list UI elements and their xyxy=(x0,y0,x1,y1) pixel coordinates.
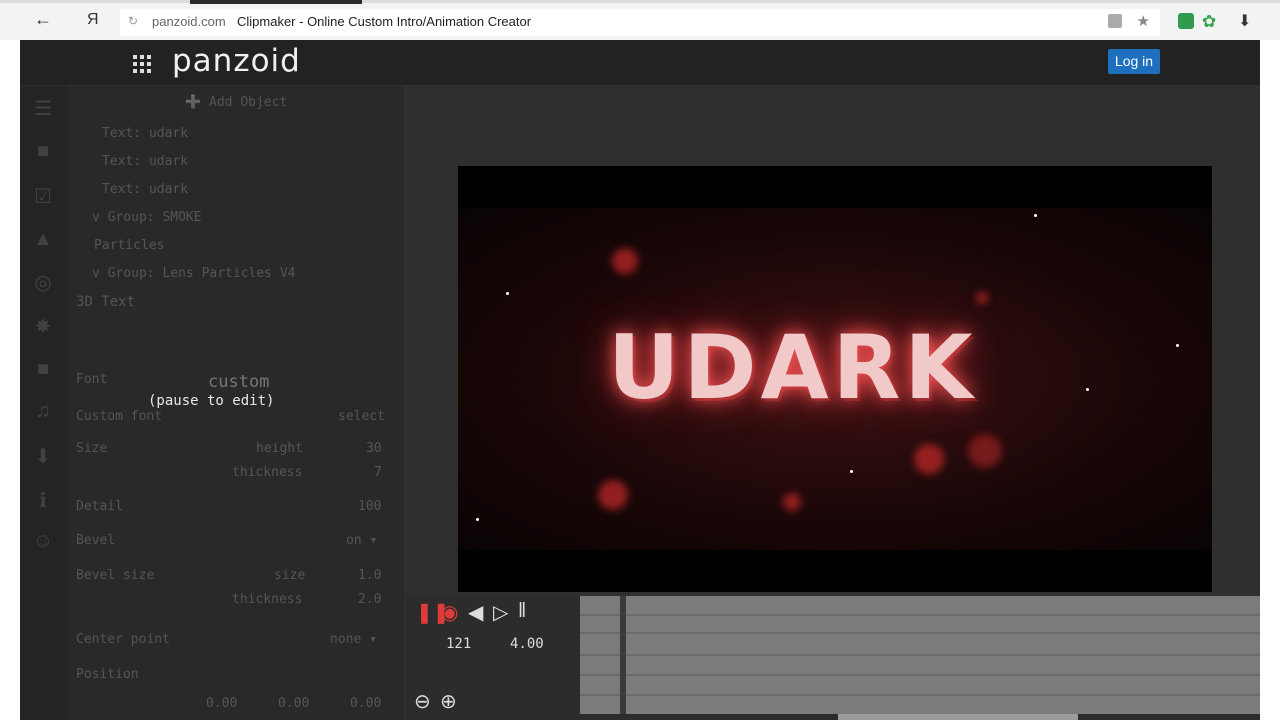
back-arrow-icon[interactable]: ← xyxy=(34,9,52,30)
burst-icon[interactable]: ✸ xyxy=(28,314,58,340)
page-title: Clipmaker - Online Custom Intro/Animatio… xyxy=(237,14,532,29)
select-font-link[interactable]: select xyxy=(338,409,385,424)
menu-icon[interactable]: ☰ xyxy=(28,96,58,122)
panzoid-logo[interactable]: panzoid xyxy=(172,43,301,79)
clover-extension-icon[interactable]: ✿ xyxy=(1202,12,1216,32)
detail-value[interactable]: 100 xyxy=(358,499,381,514)
shield-extension-icon[interactable] xyxy=(1178,13,1194,29)
udark-3d-text: UDARK xyxy=(608,316,977,419)
login-button[interactable]: Log in xyxy=(1108,49,1160,74)
preview-frame: UDARK xyxy=(458,208,1212,550)
checkbox-icon[interactable]: ☑ xyxy=(28,184,58,210)
pause-to-edit-note: (pause to edit) xyxy=(148,393,275,409)
folder-icon[interactable]: ■ xyxy=(28,140,58,166)
bokeh-orb xyxy=(783,493,801,511)
bevel-size-size-label: size xyxy=(274,568,306,583)
browser-chrome: ← Я ↻ panzoid.com Clipmaker - Online Cus… xyxy=(0,0,1280,40)
tree-item[interactable]: Text: udark xyxy=(102,154,188,169)
spark xyxy=(1034,214,1037,217)
bevel-thickness-label: thickness xyxy=(232,592,303,607)
waveform-icon[interactable]: ‖ xyxy=(518,600,526,623)
section-heading: 3D Text xyxy=(76,294,136,310)
position-z[interactable]: 0.00 xyxy=(350,696,381,711)
tree-item-selected[interactable]: Text: udark xyxy=(102,182,188,197)
timeline-scrollbar[interactable] xyxy=(838,714,1078,720)
download-tool-icon[interactable]: ⬇ xyxy=(28,444,58,470)
lock-icon[interactable] xyxy=(1108,14,1122,28)
track-divider xyxy=(580,694,1260,696)
next-frame-icon[interactable]: ▷ xyxy=(493,600,508,625)
thickness-value[interactable]: 7 xyxy=(374,465,382,480)
bevel-size-value[interactable]: 1.0 xyxy=(358,568,381,583)
bokeh-orb xyxy=(598,480,628,510)
active-tab-indicator[interactable] xyxy=(190,0,362,4)
bokeh-orb xyxy=(612,248,638,274)
music-icon[interactable]: ♫ xyxy=(28,400,58,426)
bevel-thickness-value[interactable]: 2.0 xyxy=(358,592,381,607)
star-icon[interactable]: ★ xyxy=(1137,12,1150,30)
bokeh-orb xyxy=(914,444,944,474)
track-divider xyxy=(580,654,1260,656)
bokeh-orb xyxy=(976,292,988,304)
position-y[interactable]: 0.00 xyxy=(278,696,309,711)
position-x[interactable]: 0.00 xyxy=(206,696,237,711)
center-point-label: Center point xyxy=(76,632,170,647)
track-divider xyxy=(580,614,1260,616)
bokeh-orb xyxy=(968,434,1002,468)
tree-item[interactable]: v Group: Lens Particles V4 xyxy=(92,266,296,281)
bevel-label: Bevel xyxy=(76,533,116,548)
bevel-dropdown[interactable]: on ▾ xyxy=(346,533,377,548)
right-margin xyxy=(1260,40,1280,720)
globe-icon[interactable]: ◎ xyxy=(28,270,58,296)
download-icon[interactable]: ⬇ xyxy=(1238,11,1251,31)
add-object-button[interactable]: ➕ Add Object xyxy=(185,95,287,110)
height-label: height xyxy=(256,441,303,456)
screen: ← Я ↻ panzoid.com Clipmaker - Online Cus… xyxy=(0,0,1280,720)
camera-icon[interactable]: ■ xyxy=(28,358,58,384)
tree-item[interactable]: Particles xyxy=(94,238,164,253)
smiley-icon[interactable]: ☺ xyxy=(28,530,58,556)
thickness-label: thickness xyxy=(232,465,303,480)
spark xyxy=(1176,344,1179,347)
bevel-size-label: Bevel size xyxy=(76,568,155,583)
zoom-out-icon[interactable]: ⊖ xyxy=(414,689,431,714)
height-value[interactable]: 30 xyxy=(366,441,382,456)
custom-font-label: Custom font xyxy=(76,409,163,424)
detail-label: Detail xyxy=(76,499,123,514)
position-label: Position xyxy=(76,667,139,682)
font-label: Font xyxy=(76,372,108,387)
tree-item[interactable]: v Group: SMOKE xyxy=(92,210,202,225)
address-bar[interactable]: ↻ panzoid.com Clipmaker - Online Custom … xyxy=(120,9,1160,36)
spark xyxy=(506,292,509,295)
playhead[interactable] xyxy=(620,596,626,714)
spark xyxy=(1086,388,1089,391)
reload-icon[interactable]: ↻ xyxy=(128,14,138,28)
spark xyxy=(850,470,853,473)
center-point-dropdown[interactable]: none ▾ xyxy=(330,632,377,647)
volume-icon[interactable]: ◀ xyxy=(468,600,483,625)
viewport-header xyxy=(406,86,1260,164)
time-counter: 4.00 xyxy=(510,636,544,652)
zoom-in-icon[interactable]: ⊕ xyxy=(440,689,457,714)
info-icon[interactable]: ℹ xyxy=(28,488,58,514)
track-divider xyxy=(580,674,1260,676)
address-domain: panzoid.com xyxy=(152,14,226,29)
apps-grid-icon[interactable] xyxy=(133,55,151,73)
track-divider xyxy=(580,632,1260,634)
frame-counter: 121 xyxy=(446,636,472,652)
preview-canvas[interactable]: UDARK xyxy=(458,166,1212,592)
yandex-logo[interactable]: Я xyxy=(87,11,99,29)
font-value[interactable]: custom xyxy=(208,372,269,392)
left-margin xyxy=(0,40,20,720)
eye-icon[interactable]: ◉ xyxy=(441,600,458,625)
image-icon[interactable]: ▲ xyxy=(28,228,58,254)
tree-item[interactable]: Text: udark xyxy=(102,126,188,141)
size-label: Size xyxy=(76,441,108,456)
spark xyxy=(476,518,479,521)
